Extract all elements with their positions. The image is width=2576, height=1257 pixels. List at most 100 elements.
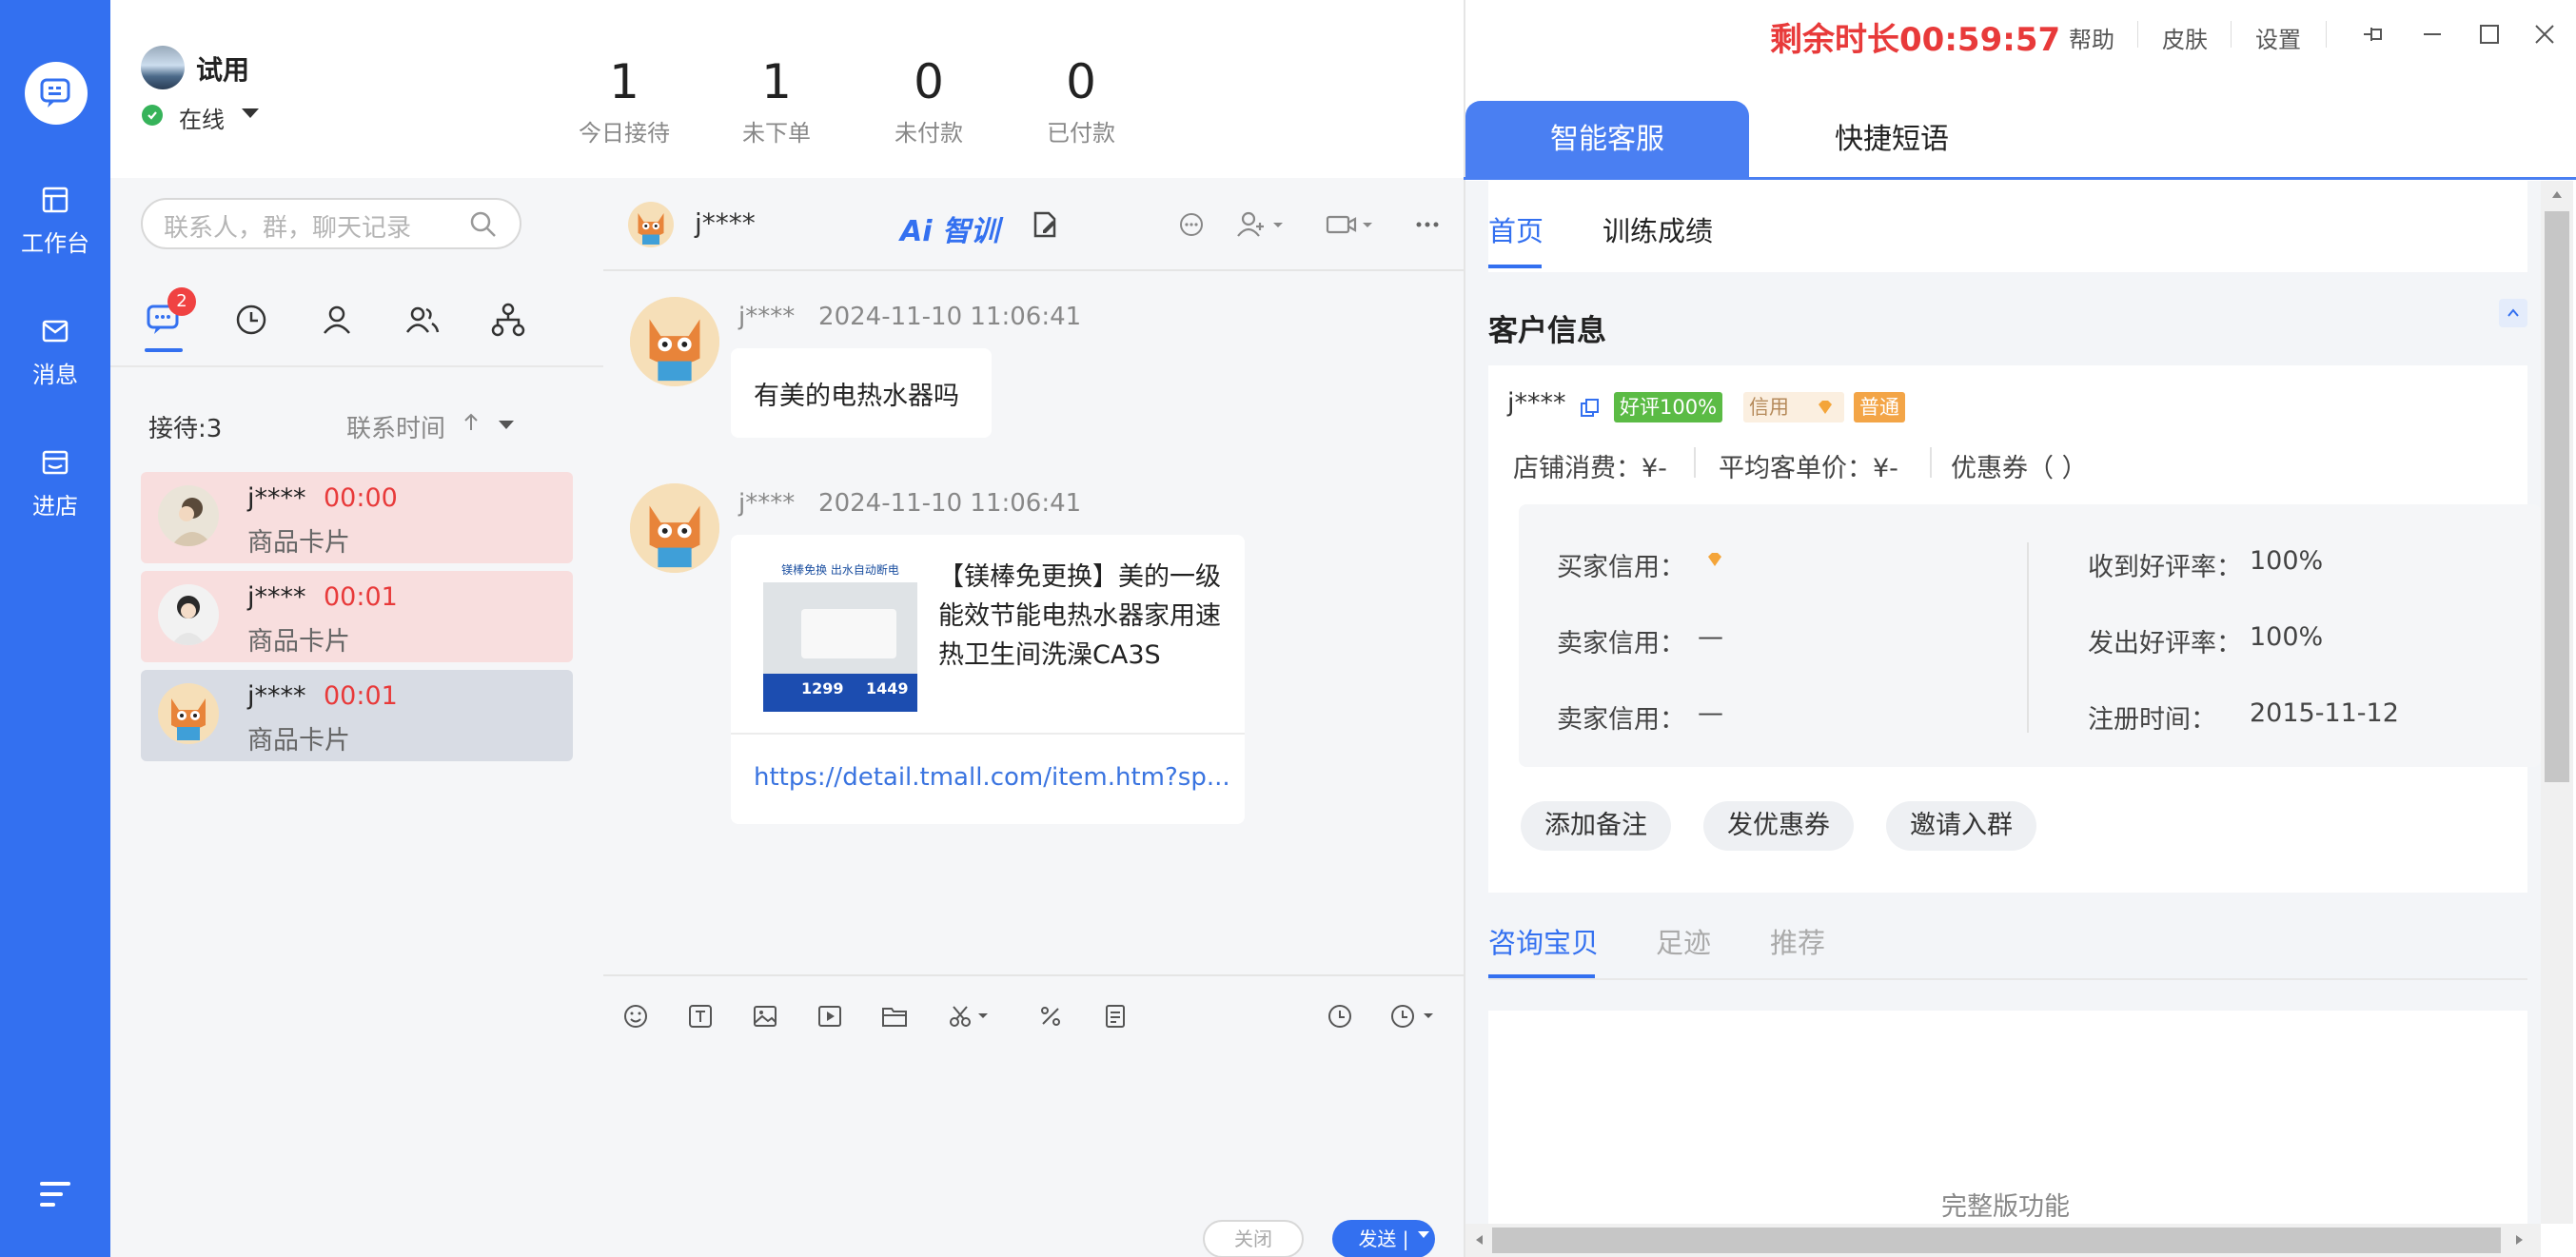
close-icon[interactable] [2527, 17, 2562, 51]
divider [2326, 21, 2327, 48]
tab-smart-service[interactable]: 智能客服 [1465, 101, 1749, 179]
seller-credit-label: 卖家信用： [1557, 705, 1685, 735]
edit-note-icon[interactable] [1030, 209, 1060, 240]
video-file-icon[interactable] [815, 1001, 845, 1031]
transfer-user-icon[interactable] [1235, 209, 1292, 240]
user-icon[interactable] [318, 301, 356, 339]
chevron-down-icon[interactable] [242, 108, 259, 118]
close-button[interactable]: 关闭 [1203, 1220, 1304, 1257]
avg-order-price: 平均客单价：¥- [1719, 454, 1898, 483]
help-link[interactable]: 帮助 [2069, 21, 2114, 54]
avatar [158, 584, 219, 645]
cat-avatar-icon[interactable] [630, 297, 719, 386]
message-sender: j**** [738, 489, 796, 518]
subtab-training[interactable]: 训练成绩 [1603, 209, 1713, 249]
nav-item-workbench[interactable]: 工作台 [0, 167, 110, 272]
nav-label: 消息 [32, 361, 78, 388]
cat-avatar-icon[interactable] [630, 483, 719, 573]
store-spend: 店铺消费：¥- [1513, 454, 1667, 483]
product-link[interactable]: https://detail.tmall.com/item.htm?sp... [754, 763, 1230, 792]
customer-info-title: 客户信息 [1488, 314, 1606, 348]
org-tree-icon[interactable] [489, 301, 527, 339]
scrollbar-thumb[interactable] [1492, 1228, 2501, 1253]
chat-logo-icon[interactable] [25, 62, 88, 125]
tab-quick-phrases[interactable]: 快捷短语 [1749, 101, 2035, 179]
divider [2231, 21, 2232, 48]
list-item[interactable]: j**** 00:01 商品卡片 [141, 670, 573, 761]
pin-icon[interactable] [2356, 17, 2390, 51]
settings-link[interactable]: 设置 [2255, 21, 2301, 54]
tab-recommend[interactable]: 推荐 [1770, 921, 1825, 961]
divider [1930, 447, 1932, 478]
divider [2027, 542, 2029, 733]
skin-link[interactable]: 皮肤 [2162, 21, 2208, 54]
contact-name: j**** [247, 483, 306, 513]
more-dots-circle-icon[interactable] [1178, 211, 1205, 238]
arrow-up-icon[interactable] [462, 411, 480, 434]
minimize-icon[interactable] [2415, 17, 2449, 51]
product-image[interactable]: 镁棒免换 出水自动断电 1299 1449 [763, 558, 917, 712]
text-format-icon[interactable] [685, 1001, 716, 1031]
image-icon[interactable] [750, 1001, 780, 1031]
clock-icon[interactable] [232, 301, 270, 339]
nav-item-messages[interactable]: 消息 [0, 299, 110, 403]
tab-footprint[interactable]: 足迹 [1656, 921, 1711, 961]
schedule-icon[interactable] [1389, 1001, 1441, 1031]
add-note-button[interactable]: 添加备注 [1521, 801, 1671, 851]
emoji-icon[interactable] [620, 1001, 651, 1031]
scroll-up-icon[interactable] [2550, 188, 2564, 200]
divider [2137, 21, 2138, 48]
cat-avatar-icon[interactable] [628, 202, 674, 247]
folder-icon[interactable] [879, 1001, 910, 1031]
nav-item-store[interactable]: 进店 [0, 430, 110, 535]
chevron-down-icon[interactable] [1418, 1231, 1429, 1238]
divider [110, 365, 603, 367]
register-time-label: 注册时间： [2088, 705, 2216, 735]
search-icon[interactable] [468, 209, 499, 240]
received-rate-label: 收到好评率： [2088, 553, 2242, 582]
store-icon [42, 450, 69, 474]
history-icon[interactable] [1325, 1001, 1355, 1031]
group-icon[interactable] [403, 301, 442, 339]
stat-value: 0 [914, 54, 944, 109]
diamond-icon [1816, 398, 1835, 417]
product-image-price: 1449 [866, 679, 909, 697]
register-time-value: 2015-11-12 [2250, 698, 2399, 728]
seller-credit-value: — [1698, 622, 1723, 652]
more-icon[interactable] [1412, 209, 1443, 240]
invite-group-button[interactable]: 邀请入群 [1886, 801, 2036, 851]
tab-consult-items[interactable]: 咨询宝贝 [1488, 921, 1599, 961]
scrollbar-thumb[interactable] [2545, 211, 2569, 782]
order-icon[interactable] [1100, 1001, 1131, 1031]
message-meta: j**** 2024-11-10 11:06:41 [738, 303, 1081, 331]
discount-icon[interactable] [1035, 1001, 1066, 1031]
chevron-down-icon[interactable] [499, 421, 514, 429]
contact-name: j**** [247, 681, 306, 711]
ai-training-button[interactable]: Ai 智训 [900, 207, 999, 249]
list-item[interactable]: j**** 00:00 商品卡片 [141, 472, 573, 563]
last-message: 商品卡片 [247, 528, 350, 558]
chevron-up-icon[interactable] [2499, 299, 2527, 327]
status-dropdown[interactable]: 在线 [179, 101, 225, 134]
good-rate-tag: 好评100% [1614, 392, 1723, 422]
scroll-left-icon[interactable] [1473, 1233, 1485, 1247]
stat-unpaid: 0 未付款 [862, 53, 995, 147]
send-button[interactable]: 发送 | [1332, 1220, 1435, 1257]
tab-underline [145, 348, 183, 352]
scissors-icon[interactable] [946, 1001, 993, 1031]
message-meta: j**** 2024-11-10 11:06:41 [738, 489, 1081, 518]
list-item[interactable]: j**** 00:01 商品卡片 [141, 571, 573, 662]
video-icon[interactable] [1325, 209, 1382, 240]
last-message: 商品卡片 [247, 726, 350, 756]
maximize-icon[interactable] [2472, 17, 2507, 51]
subtab-home[interactable]: 首页 [1488, 209, 1544, 249]
send-coupon-button[interactable]: 发优惠券 [1703, 801, 1854, 851]
scroll-right-icon[interactable] [2514, 1233, 2526, 1247]
diamond-icon [1705, 550, 1724, 569]
stat-label: 未付款 [895, 120, 963, 147]
avatar[interactable] [141, 46, 185, 89]
copy-icon[interactable] [1580, 398, 1601, 419]
sort-label[interactable]: 联系时间 [346, 409, 445, 444]
user-name: 试用 [196, 54, 250, 86]
menu-icon[interactable] [36, 1176, 74, 1214]
